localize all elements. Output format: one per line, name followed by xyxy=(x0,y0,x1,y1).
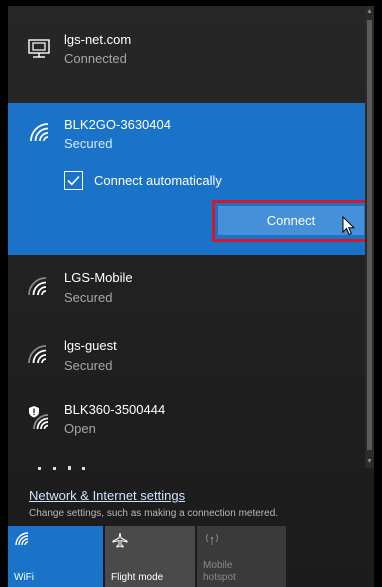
open-network-wifi-icon xyxy=(29,406,49,430)
network-flyout: lgs-net.com Connected BLK2GO-3630404 Sec… xyxy=(8,6,374,587)
wifi-icon xyxy=(15,532,29,546)
network-status: Open xyxy=(64,421,96,436)
connect-automatically-option[interactable]: Connect automatically xyxy=(64,169,222,191)
network-status: Secured xyxy=(64,358,113,373)
network-name: lgs-net.com xyxy=(64,32,132,47)
network-name: lgs-guest xyxy=(64,338,117,353)
network-name: BLK360-3500444 xyxy=(64,402,166,417)
scrollbar-thumb[interactable] xyxy=(367,20,372,450)
network-status: Connected xyxy=(64,51,127,66)
airplane-icon xyxy=(112,532,128,548)
network-item-lgs-guest[interactable]: lgs-guest Secured xyxy=(8,324,365,384)
wifi-icon xyxy=(28,277,47,296)
mobile-hotspot-tile[interactable]: Mobile hotspot xyxy=(197,526,286,587)
network-item-blk360[interactable]: BLK360-3500444 Open xyxy=(8,391,365,451)
scroll-up-icon[interactable]: ▲ xyxy=(365,6,374,18)
tile-label-line1: Mobile xyxy=(203,560,233,571)
tile-label: WiFi xyxy=(14,572,34,583)
partially-hidden-network-item xyxy=(38,466,85,470)
network-name: LGS-Mobile xyxy=(64,270,133,285)
network-item-lgs-mobile[interactable]: LGS-Mobile Secured xyxy=(8,256,365,316)
network-list-scrollbar[interactable]: ▲ ▼ xyxy=(365,6,374,468)
hotspot-icon xyxy=(205,533,219,545)
network-internet-settings-link[interactable]: Network & Internet settings xyxy=(29,488,185,503)
flight-mode-tile[interactable]: Flight mode xyxy=(105,526,195,587)
network-status: Secured xyxy=(64,290,113,305)
network-status: Secured xyxy=(64,136,113,151)
settings-description: Change settings, such as making a connec… xyxy=(29,508,279,519)
network-name: BLK2GO-3630404 xyxy=(64,117,171,132)
network-item-wired[interactable]: lgs-net.com Connected xyxy=(8,6,365,98)
wifi-icon xyxy=(30,123,49,142)
scroll-down-icon[interactable]: ▼ xyxy=(365,456,374,468)
mouse-cursor-icon xyxy=(342,216,356,236)
wifi-toggle-tile[interactable]: WiFi xyxy=(8,526,103,587)
checkmark-icon xyxy=(67,175,80,185)
ethernet-icon xyxy=(28,39,50,58)
connect-automatically-checkbox[interactable] xyxy=(64,170,83,190)
tile-label: Flight mode xyxy=(111,572,164,583)
connect-automatically-label: Connect automatically xyxy=(94,172,222,188)
tile-label-line2: hotspot xyxy=(203,572,236,583)
wifi-icon xyxy=(28,345,47,364)
